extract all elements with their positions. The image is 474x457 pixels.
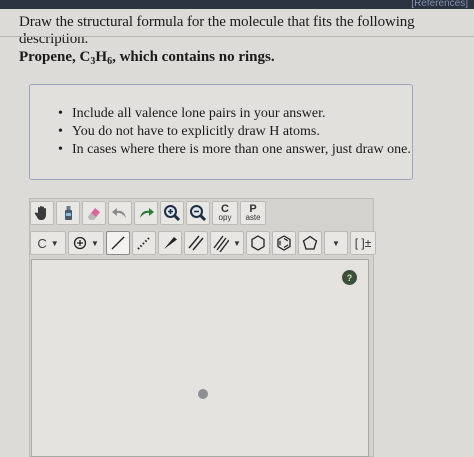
hydrogen-symbol: H bbox=[95, 49, 108, 65]
drawing-canvas[interactable] bbox=[31, 259, 369, 457]
hexagon-ring-button[interactable] bbox=[246, 231, 270, 255]
benzene-icon bbox=[277, 235, 291, 251]
double-bond-button[interactable] bbox=[184, 231, 208, 255]
lasso-bottle-icon bbox=[65, 206, 72, 220]
redo-arrow-icon bbox=[140, 208, 154, 218]
paste-label-bottom: aste bbox=[245, 213, 261, 222]
double-bond-icon bbox=[188, 235, 204, 251]
hexagon-icon bbox=[251, 235, 265, 251]
chevron-down-icon: ▼ bbox=[233, 238, 241, 248]
hashed-wedge-icon bbox=[137, 236, 151, 250]
canvas-dot bbox=[198, 389, 208, 399]
single-bond-icon bbox=[111, 236, 125, 250]
divider bbox=[0, 36, 474, 37]
redo-button[interactable] bbox=[134, 201, 158, 225]
charge-selector[interactable]: ▼ bbox=[68, 231, 104, 255]
triple-bond-icon bbox=[213, 235, 230, 252]
bracket-button[interactable]: [ ]± bbox=[350, 231, 376, 255]
help-icon[interactable]: ? bbox=[342, 270, 357, 285]
pentagon-ring-button[interactable] bbox=[298, 231, 322, 255]
zoom-out-button[interactable] bbox=[186, 201, 210, 225]
chevron-down-icon: ▼ bbox=[332, 238, 340, 248]
hand-icon bbox=[34, 206, 46, 220]
molecule-name: Propene, C bbox=[19, 49, 91, 65]
instructions-box: Include all valence lone pairs in your a… bbox=[29, 84, 413, 180]
paste-button[interactable]: P aste bbox=[240, 201, 266, 225]
element-label: C bbox=[37, 235, 47, 251]
chevron-down-icon: ▼ bbox=[50, 238, 59, 248]
toolbar-bottom: C ▼ ▼ ▼ ▼ []± bbox=[30, 230, 376, 256]
undo-arrow-icon bbox=[112, 208, 126, 218]
wedge-bond-button[interactable] bbox=[158, 231, 182, 255]
undo-button[interactable] bbox=[108, 201, 132, 225]
instruction-item: You do not have to explicitly draw H ato… bbox=[58, 123, 411, 141]
molecule-description: Propene, C3H6, which contains no rings. bbox=[19, 49, 275, 67]
toolbar-top: C opy P aste bbox=[30, 200, 266, 226]
pentagon-icon bbox=[302, 235, 318, 250]
single-bond-button[interactable] bbox=[106, 231, 130, 255]
wedge-bond-icon bbox=[164, 237, 177, 249]
references-link[interactable]: [References] bbox=[411, 0, 468, 9]
ring-selector-caret[interactable]: ▼ bbox=[324, 231, 348, 255]
eraser-tool-button[interactable] bbox=[82, 201, 106, 225]
copy-label-bottom: opy bbox=[218, 213, 232, 222]
plus-circle-icon bbox=[73, 236, 87, 250]
eraser-icon bbox=[88, 208, 100, 220]
copy-button[interactable]: C opy bbox=[212, 201, 238, 225]
instruction-item: In cases where there is more than one an… bbox=[58, 141, 411, 159]
top-bar: [References] bbox=[0, 0, 474, 9]
element-selector[interactable]: C ▼ bbox=[30, 231, 66, 255]
question-prompt: Draw the structural formula for the mole… bbox=[19, 14, 415, 47]
instruction-item: Include all valence lone pairs in your a… bbox=[58, 105, 411, 123]
lasso-tool-button[interactable] bbox=[56, 201, 80, 225]
chevron-down-icon: ▼ bbox=[91, 238, 99, 248]
zoom-out-icon bbox=[190, 205, 207, 222]
benzene-ring-button[interactable] bbox=[272, 231, 296, 255]
zoom-in-button[interactable] bbox=[160, 201, 184, 225]
molecule-tail: , which contains no rings. bbox=[112, 49, 275, 65]
hash-bond-button[interactable] bbox=[132, 231, 156, 255]
hand-tool-button[interactable] bbox=[30, 201, 54, 225]
zoom-in-icon bbox=[164, 205, 181, 222]
triple-bond-selector[interactable]: ▼ bbox=[210, 231, 244, 255]
